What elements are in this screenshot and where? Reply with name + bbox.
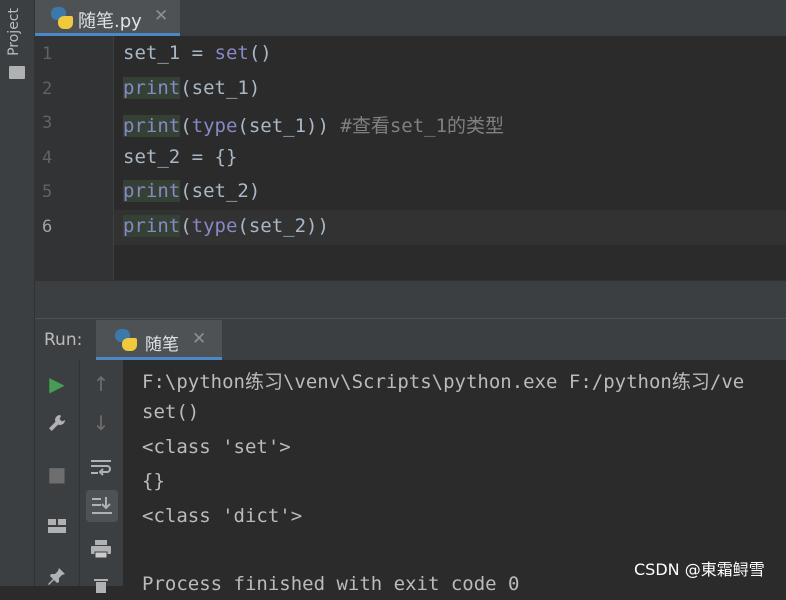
line-number: 1: [42, 44, 53, 64]
soft-wrap-icon[interactable]: [86, 452, 116, 482]
console-line: <class 'set'>: [142, 436, 291, 458]
layout-icon[interactable]: [42, 511, 72, 541]
trash-icon[interactable]: [86, 570, 116, 600]
python-file-icon: [115, 329, 137, 351]
run-toolbar-secondary: ↑ ↓: [79, 360, 124, 593]
arrow-down-icon[interactable]: ↓: [86, 408, 116, 438]
run-panel-label: Run:: [44, 330, 83, 350]
run-tab-title: 随笔: [145, 335, 179, 355]
run-toolbar-primary: ▶ ■: [35, 360, 79, 586]
panel-divider[interactable]: [35, 280, 786, 319]
scroll-to-end-icon[interactable]: [86, 490, 118, 522]
line-number-current: 6: [42, 217, 53, 237]
code-line: print(set_2): [123, 180, 261, 202]
code-line: set_1 = set(): [123, 42, 272, 64]
project-tool-strip: [0, 0, 35, 586]
line-number: 4: [42, 148, 53, 168]
console-line: Process finished with exit code 0: [142, 573, 520, 595]
gutter-separator: [113, 36, 114, 280]
line-number: 2: [42, 79, 53, 99]
editor-tab-title: 随笔.py: [78, 11, 142, 32]
close-icon[interactable]: ✕: [154, 6, 168, 26]
code-line: set_2 = {}: [123, 146, 238, 168]
console-line: F:\python练习\venv\Scripts\python.exe F:/p…: [142, 371, 745, 393]
code-line: print(set_1): [123, 77, 261, 99]
code-line: print(type(set_1)) #查看set_1的类型: [123, 115, 505, 137]
console-line: {}: [142, 470, 165, 492]
code-line: print(type(set_2)): [123, 215, 329, 237]
console-line: set(): [142, 401, 200, 423]
console-line: <class 'dict'>: [142, 505, 303, 527]
pin-icon[interactable]: [42, 561, 72, 591]
print-icon[interactable]: [86, 534, 116, 564]
code-comment: #查看set_1的类型: [340, 115, 505, 137]
wrench-icon[interactable]: [42, 408, 72, 438]
arrow-up-icon[interactable]: ↑: [86, 369, 116, 399]
project-tool-button[interactable]: Project: [6, 8, 22, 56]
line-number: 5: [42, 182, 53, 202]
stop-icon[interactable]: ■: [42, 459, 72, 489]
line-number: 3: [42, 113, 53, 133]
python-file-icon: [51, 7, 73, 29]
close-icon[interactable]: ✕: [192, 329, 206, 349]
rerun-icon[interactable]: ▶: [42, 369, 72, 399]
watermark-text: CSDN @東霜鲟雪: [634, 560, 765, 579]
folder-icon: [9, 66, 25, 79]
